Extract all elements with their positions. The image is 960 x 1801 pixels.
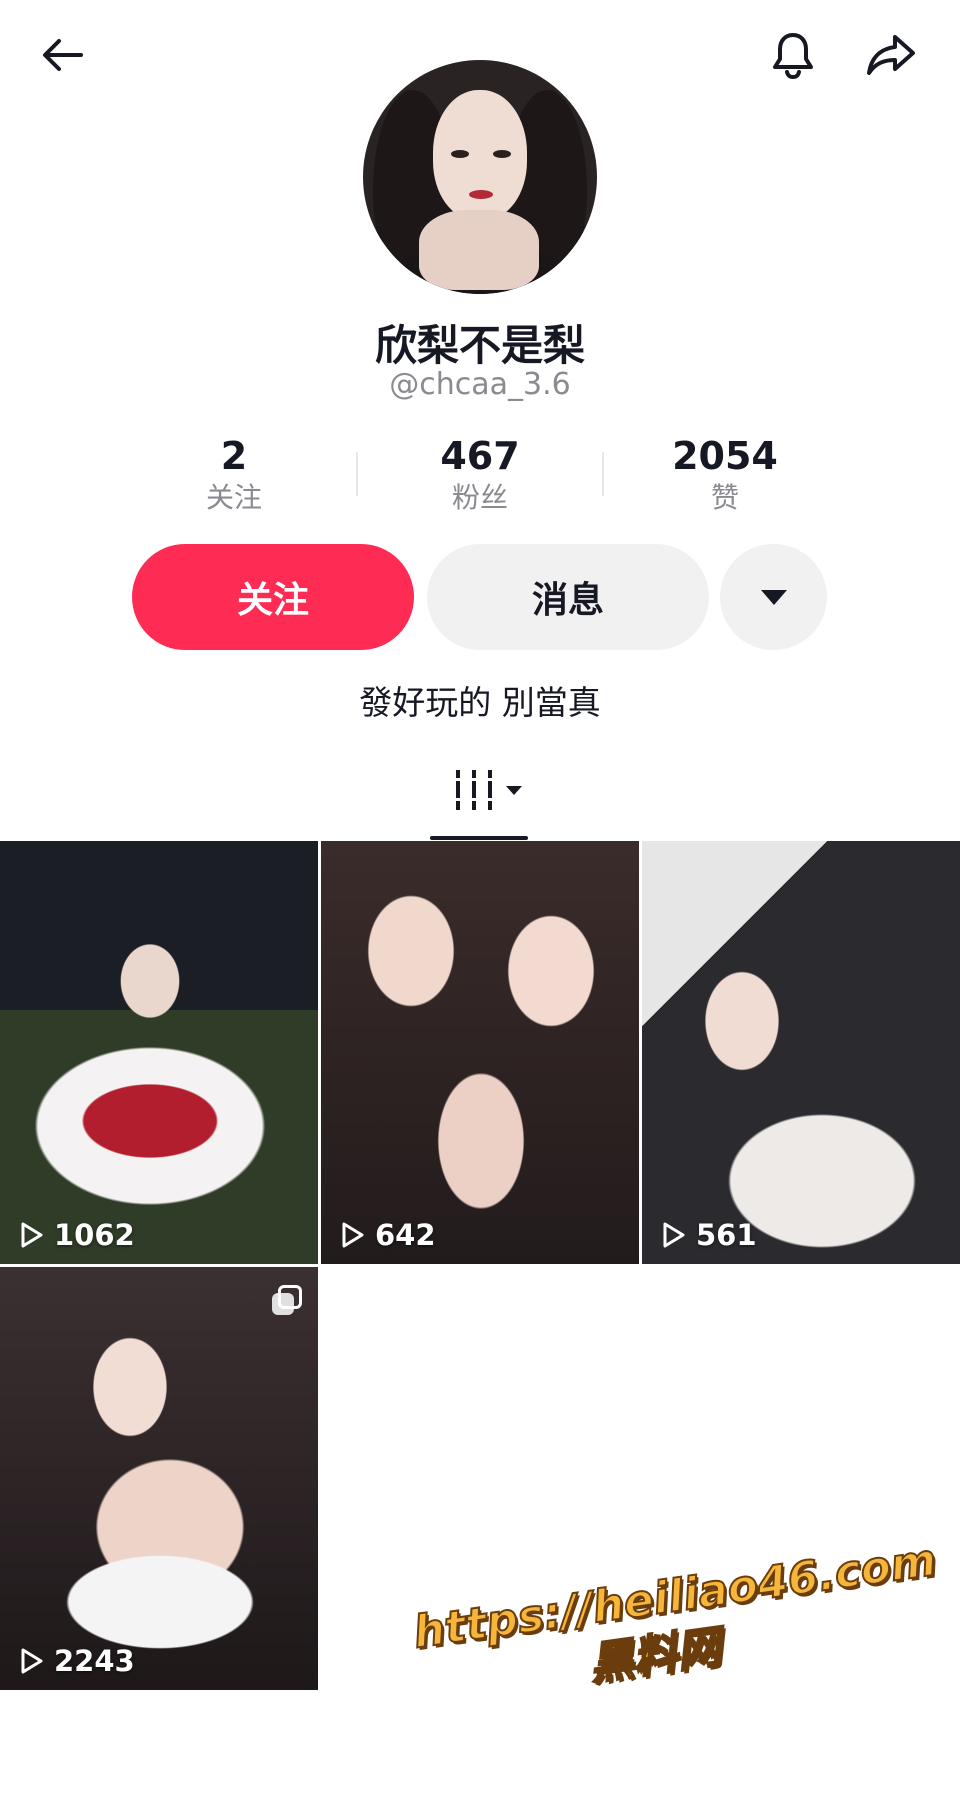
multi-photo-icon	[272, 1285, 302, 1315]
stat-divider	[602, 452, 604, 496]
message-button[interactable]: 消息	[427, 544, 709, 650]
stat-following-value: 2	[220, 434, 248, 478]
bio-text: 發好玩的 別當真	[359, 683, 601, 722]
dropdown-triangle-icon	[760, 589, 787, 605]
view-count: 2243	[16, 1644, 135, 1678]
stat-likes[interactable]: 2054 赞	[625, 432, 825, 516]
chevron-down-icon	[506, 786, 522, 795]
follow-button[interactable]: 关注	[132, 544, 414, 650]
watermark: https://heiliao46.com 黑料网	[409, 1534, 947, 1765]
stat-followers-label: 粉丝	[451, 481, 508, 514]
videos-grid-icon	[456, 770, 492, 810]
stat-likes-label: 赞	[710, 481, 739, 514]
display-name: 欣梨不是梨	[374, 321, 585, 370]
play-icon	[21, 1222, 43, 1248]
view-count: 561	[658, 1218, 757, 1252]
view-count: 642	[337, 1218, 436, 1252]
stat-following[interactable]: 2 关注	[134, 432, 334, 516]
view-count: 1062	[16, 1218, 135, 1252]
tab-active-indicator	[430, 836, 528, 840]
share-button[interactable]	[856, 20, 926, 90]
video-thumbnail[interactable]: 1062	[0, 841, 318, 1264]
avatar[interactable]	[363, 60, 597, 294]
more-options-button[interactable]	[720, 544, 827, 650]
stat-followers-value: 467	[440, 434, 520, 478]
stat-likes-value: 2054	[672, 434, 778, 478]
username-handle: @chcaa_3.6	[389, 367, 571, 402]
stat-divider	[356, 452, 358, 496]
view-count-value: 642	[375, 1218, 436, 1252]
play-icon	[663, 1222, 685, 1248]
view-count-value: 1062	[54, 1218, 135, 1252]
video-thumbnail[interactable]: 642	[321, 841, 639, 1264]
stat-following-label: 关注	[205, 481, 262, 514]
back-button[interactable]	[28, 20, 98, 90]
share-arrow-icon	[867, 35, 915, 75]
arrow-left-icon	[43, 39, 83, 71]
video-thumbnail[interactable]: 2243	[0, 1267, 318, 1690]
play-icon	[21, 1648, 43, 1674]
play-icon	[342, 1222, 364, 1248]
notification-button[interactable]	[758, 20, 828, 90]
bell-icon	[773, 33, 813, 80]
view-count-value: 561	[696, 1218, 757, 1252]
video-thumbnail[interactable]: 561	[642, 841, 960, 1264]
stat-followers[interactable]: 467 粉丝	[380, 432, 580, 516]
profile-page: 欣梨不是梨 @chcaa_3.6 2 关注 467 粉丝 2054 赞 关注 消…	[0, 0, 960, 1801]
view-count-value: 2243	[54, 1644, 135, 1678]
stats-row: 2 关注 467 粉丝 2054 赞	[0, 432, 960, 522]
tab-videos[interactable]	[430, 762, 530, 842]
